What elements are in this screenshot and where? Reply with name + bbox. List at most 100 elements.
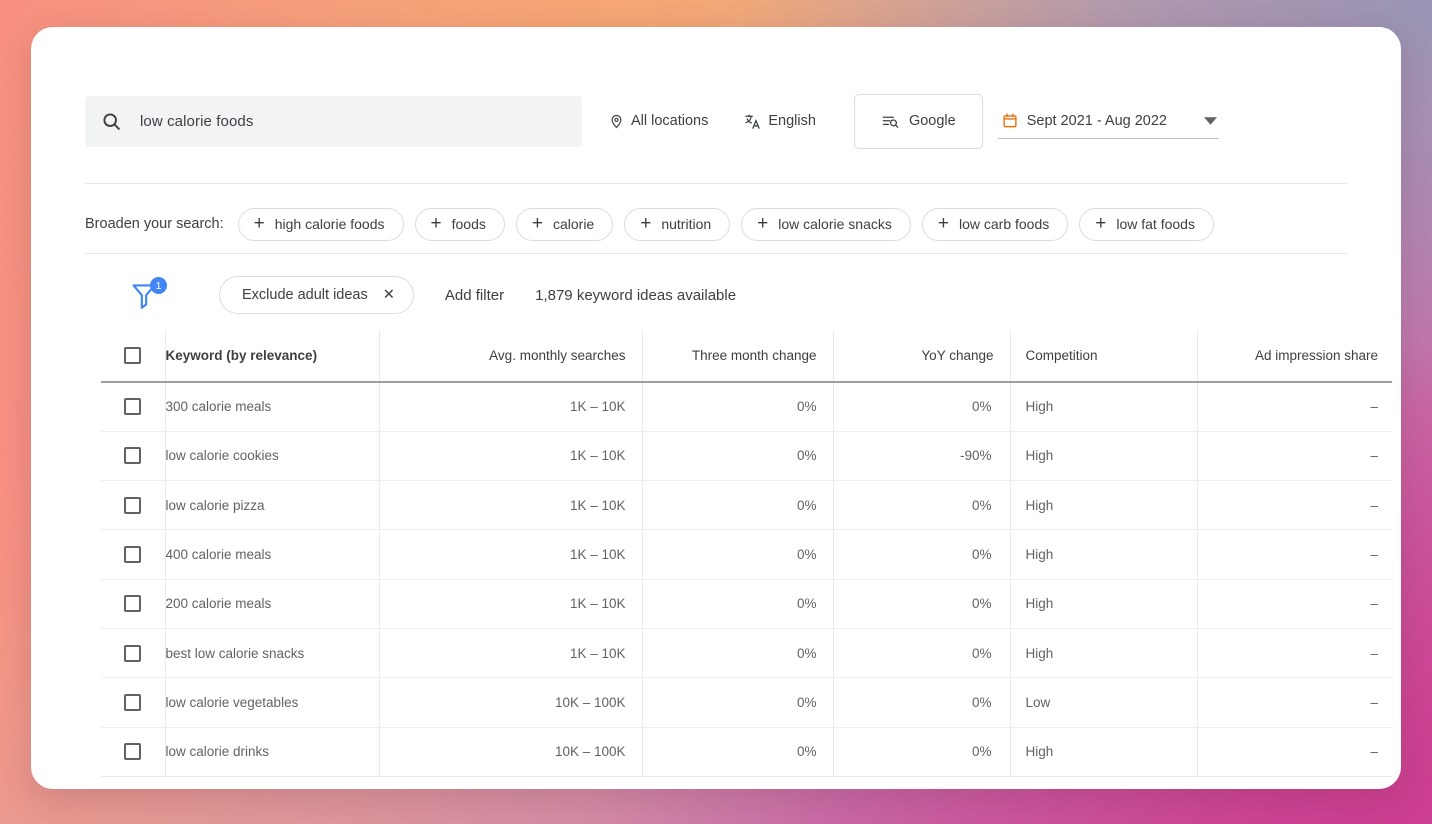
cell-avg-monthly-searches: 1K – 10K — [379, 579, 643, 629]
cell-three-month-change: 0% — [642, 579, 834, 629]
language-selector[interactable]: English — [744, 113, 816, 130]
cell-three-month-change: 0% — [642, 727, 834, 777]
broaden-chip-5[interactable]: + low carb foods — [921, 207, 1069, 241]
row-checkbox-cell[interactable] — [101, 727, 166, 777]
table-row[interactable]: low calorie vegetables 10K – 100K 0% 0% … — [101, 677, 1392, 728]
broaden-chip-label: calorie — [552, 216, 595, 232]
row-checkbox-cell[interactable] — [101, 579, 166, 629]
plus-icon: + — [253, 213, 265, 234]
column-header-three-month-change[interactable]: Three month change — [642, 330, 834, 383]
broaden-chip-1[interactable]: + foods — [414, 207, 505, 241]
cell-competition: High — [1010, 480, 1198, 531]
table-header-row: Keyword (by relevance) Avg. monthly sear… — [101, 330, 1392, 383]
network-selector-button[interactable]: Google — [853, 93, 983, 149]
table-row[interactable]: 200 calorie meals 1K – 10K 0% 0% High – — [101, 579, 1392, 629]
search-network-icon — [881, 113, 900, 130]
row-checkbox[interactable] — [124, 447, 142, 465]
cell-keyword[interactable]: low calorie drinks — [165, 727, 380, 777]
row-checkbox[interactable] — [124, 644, 142, 662]
close-icon[interactable]: ✕ — [383, 287, 395, 303]
cell-competition: High — [1010, 382, 1198, 432]
keyword-text: 400 calorie meals — [165, 547, 272, 563]
cell-keyword[interactable]: 400 calorie meals — [165, 529, 380, 580]
chevron-down-icon[interactable] — [1204, 116, 1217, 125]
column-header-competition[interactable]: Competition — [1010, 330, 1198, 383]
filter-count-badge: 1 — [150, 277, 167, 294]
cell-three-month-change: 0% — [642, 382, 834, 432]
cell-three-month-change: 0% — [642, 628, 834, 679]
keyword-text: low calorie cookies — [165, 448, 279, 464]
broaden-chip-label: low fat foods — [1116, 216, 1195, 232]
row-checkbox[interactable] — [124, 743, 142, 761]
search-toolbar: low calorie foods All locations English … — [85, 87, 1347, 155]
broaden-chip-0[interactable]: + high calorie foods — [237, 207, 404, 241]
broaden-chip-4[interactable]: + low calorie snacks — [741, 207, 911, 241]
table-row[interactable]: low calorie drinks 10K – 100K 0% 0% High… — [101, 727, 1392, 777]
row-checkbox-cell[interactable] — [101, 628, 166, 679]
row-checkbox-cell[interactable] — [101, 529, 166, 580]
select-all-checkbox[interactable] — [124, 347, 142, 364]
location-selector[interactable]: All locations — [609, 113, 708, 130]
column-header-yoy-change[interactable]: YoY change — [833, 330, 1011, 383]
cell-three-month-change: 0% — [642, 431, 834, 482]
column-header-ad-impression-share[interactable]: Ad impression share — [1197, 330, 1392, 383]
cell-competition: High — [1010, 727, 1198, 777]
cell-keyword[interactable]: best low calorie snacks — [165, 628, 380, 679]
table-row[interactable]: low calorie pizza 1K – 10K 0% 0% High – — [101, 480, 1392, 531]
column-header-avg-monthly-searches[interactable]: Avg. monthly searches — [379, 330, 643, 383]
cell-yoy-change: 0% — [833, 579, 1011, 629]
cell-keyword[interactable]: low calorie pizza — [165, 480, 380, 531]
table-row[interactable]: best low calorie snacks 1K – 10K 0% 0% H… — [101, 628, 1392, 679]
keyword-text: low calorie pizza — [165, 497, 265, 513]
row-checkbox[interactable] — [124, 693, 142, 711]
cell-ad-impression-share: – — [1197, 628, 1392, 679]
row-checkbox-cell[interactable] — [101, 480, 166, 531]
cell-yoy-change: 0% — [833, 628, 1011, 679]
table-row[interactable]: low calorie cookies 1K – 10K 0% -90% Hig… — [101, 431, 1392, 482]
cell-competition: Low — [1010, 677, 1198, 728]
cell-competition: High — [1010, 529, 1198, 580]
translate-icon — [744, 113, 761, 130]
cell-three-month-change: 0% — [642, 529, 834, 580]
broaden-chip-label: nutrition — [661, 216, 712, 232]
language-label: English — [768, 113, 816, 129]
row-checkbox[interactable] — [124, 496, 142, 514]
cell-yoy-change: 0% — [833, 480, 1011, 531]
search-input[interactable]: low calorie foods — [85, 95, 582, 147]
cell-yoy-change: -90% — [833, 431, 1011, 482]
plus-icon: + — [531, 213, 543, 234]
cell-keyword[interactable]: low calorie vegetables — [165, 677, 380, 728]
table-row[interactable]: 300 calorie meals 1K – 10K 0% 0% High – — [101, 382, 1392, 432]
keyword-text: best low calorie snacks — [165, 645, 305, 661]
row-checkbox[interactable] — [124, 595, 142, 613]
table-body: 300 calorie meals 1K – 10K 0% 0% High – … — [101, 382, 1392, 777]
broaden-chip-3[interactable]: + nutrition — [624, 207, 731, 241]
date-range-label: Sept 2021 - Aug 2022 — [1026, 112, 1167, 129]
cell-avg-monthly-searches: 1K – 10K — [379, 382, 643, 432]
date-range-selector[interactable]: Sept 2021 - Aug 2022 — [997, 103, 1219, 139]
keyword-text: low calorie vegetables — [165, 694, 299, 710]
column-header-keyword[interactable]: Keyword (by relevance) — [165, 330, 380, 383]
select-all-header[interactable] — [101, 330, 166, 383]
row-checkbox[interactable] — [124, 398, 142, 416]
keyword-ideas-count: 1,879 keyword ideas available — [535, 286, 737, 304]
row-checkbox-cell[interactable] — [101, 382, 166, 432]
filter-funnel-icon[interactable]: 1 — [131, 275, 177, 315]
cell-keyword[interactable]: 200 calorie meals — [165, 579, 380, 629]
row-checkbox-cell[interactable] — [101, 431, 166, 482]
plus-icon: + — [1095, 213, 1107, 234]
filter-chip-exclude-adult-ideas[interactable]: Exclude adult ideas ✕ — [219, 276, 414, 314]
table-row[interactable]: 400 calorie meals 1K – 10K 0% 0% High – — [101, 529, 1392, 580]
row-checkbox-cell[interactable] — [101, 677, 166, 728]
broaden-chip-label: low calorie snacks — [778, 216, 892, 232]
keyword-text: 300 calorie meals — [165, 399, 272, 415]
row-checkbox[interactable] — [124, 546, 142, 564]
cell-keyword[interactable]: low calorie cookies — [165, 431, 380, 482]
broaden-chip-6[interactable]: + low fat foods — [1079, 207, 1214, 241]
keyword-table: Keyword (by relevance) Avg. monthly sear… — [101, 330, 1392, 777]
broaden-chip-label: low carb foods — [958, 216, 1050, 232]
broaden-chip-2[interactable]: + calorie — [515, 207, 614, 241]
add-filter-button[interactable]: Add filter — [445, 287, 504, 304]
cell-competition: High — [1010, 628, 1198, 679]
cell-keyword[interactable]: 300 calorie meals — [165, 382, 380, 432]
